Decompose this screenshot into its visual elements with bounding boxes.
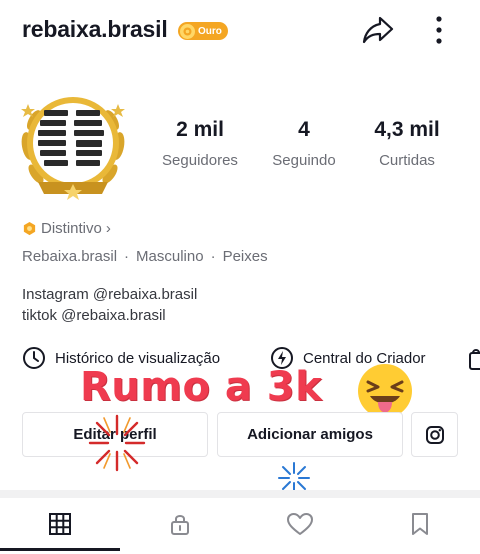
section-divider: [0, 490, 480, 498]
profile-avatar[interactable]: [14, 86, 132, 206]
bookmark-icon: [412, 513, 428, 535]
tab-saved[interactable]: [360, 498, 480, 550]
tag-item[interactable]: Masculino: [136, 248, 204, 265]
tag-item[interactable]: Peixes: [223, 248, 268, 265]
followers-stat[interactable]: 2 mil Seguidores: [145, 118, 255, 169]
shop-bag-icon[interactable]: [468, 347, 480, 371]
likes-count: 4,3 mil: [374, 118, 440, 141]
content-tabbar: [0, 498, 480, 554]
following-label: Seguindo: [272, 152, 336, 169]
tab-liked[interactable]: [240, 498, 360, 550]
overlay-sticker-text: Rumo a 3k: [80, 364, 323, 410]
badge-label: Ouro: [198, 25, 222, 37]
share-button[interactable]: [360, 12, 396, 48]
grid-icon: [49, 513, 71, 535]
more-button[interactable]: [424, 12, 454, 48]
profile-tags: Rebaixa.brasil · Masculino · Peixes: [22, 248, 268, 265]
hexagon-badge-icon: [23, 221, 36, 236]
distintivo-label: Distintivo: [41, 220, 102, 237]
bio: Instagram @rebaixa.brasil tiktok @rebaix…: [22, 284, 197, 326]
likes-label: Curtidas: [379, 152, 435, 169]
bio-line: Instagram @rebaixa.brasil: [22, 286, 198, 303]
level-badge[interactable]: Ouro: [178, 22, 228, 40]
tab-videos[interactable]: [0, 498, 120, 551]
badge-crown-icon: [180, 23, 195, 39]
chevron-right-icon: ›: [105, 220, 111, 237]
add-friends-button[interactable]: Adicionar amigos: [217, 412, 403, 457]
add-friends-label: Adicionar amigos: [247, 426, 373, 443]
followers-count: 2 mil: [176, 118, 224, 141]
tag-item[interactable]: Rebaixa.brasil: [22, 248, 117, 265]
likes-stat[interactable]: 4,3 mil Curtidas: [352, 118, 462, 169]
lock-icon: [171, 515, 189, 535]
firework-sparkle-red-icon: [88, 414, 146, 472]
tag-separator: ·: [124, 248, 130, 265]
active-tab-indicator: [0, 548, 120, 551]
share-arrow-icon: [362, 16, 394, 44]
heart-icon: [287, 513, 313, 535]
vertical-dots-icon: [436, 16, 442, 44]
tab-private[interactable]: [120, 498, 240, 550]
clock-icon: [23, 347, 45, 369]
instagram-button[interactable]: [411, 412, 458, 457]
distintivo-link[interactable]: Distintivo ›: [22, 220, 111, 237]
bio-line: tiktok @rebaixa.brasil: [22, 307, 166, 324]
profile-header: rebaixa.brasil Ouro: [0, 0, 480, 62]
instagram-icon: [425, 425, 444, 444]
username: rebaixa.brasil: [22, 16, 168, 42]
tag-separator: ·: [210, 248, 216, 265]
following-count: 4: [298, 118, 310, 141]
following-stat[interactable]: 4 Seguindo: [249, 118, 359, 169]
followers-label: Seguidores: [162, 152, 238, 169]
